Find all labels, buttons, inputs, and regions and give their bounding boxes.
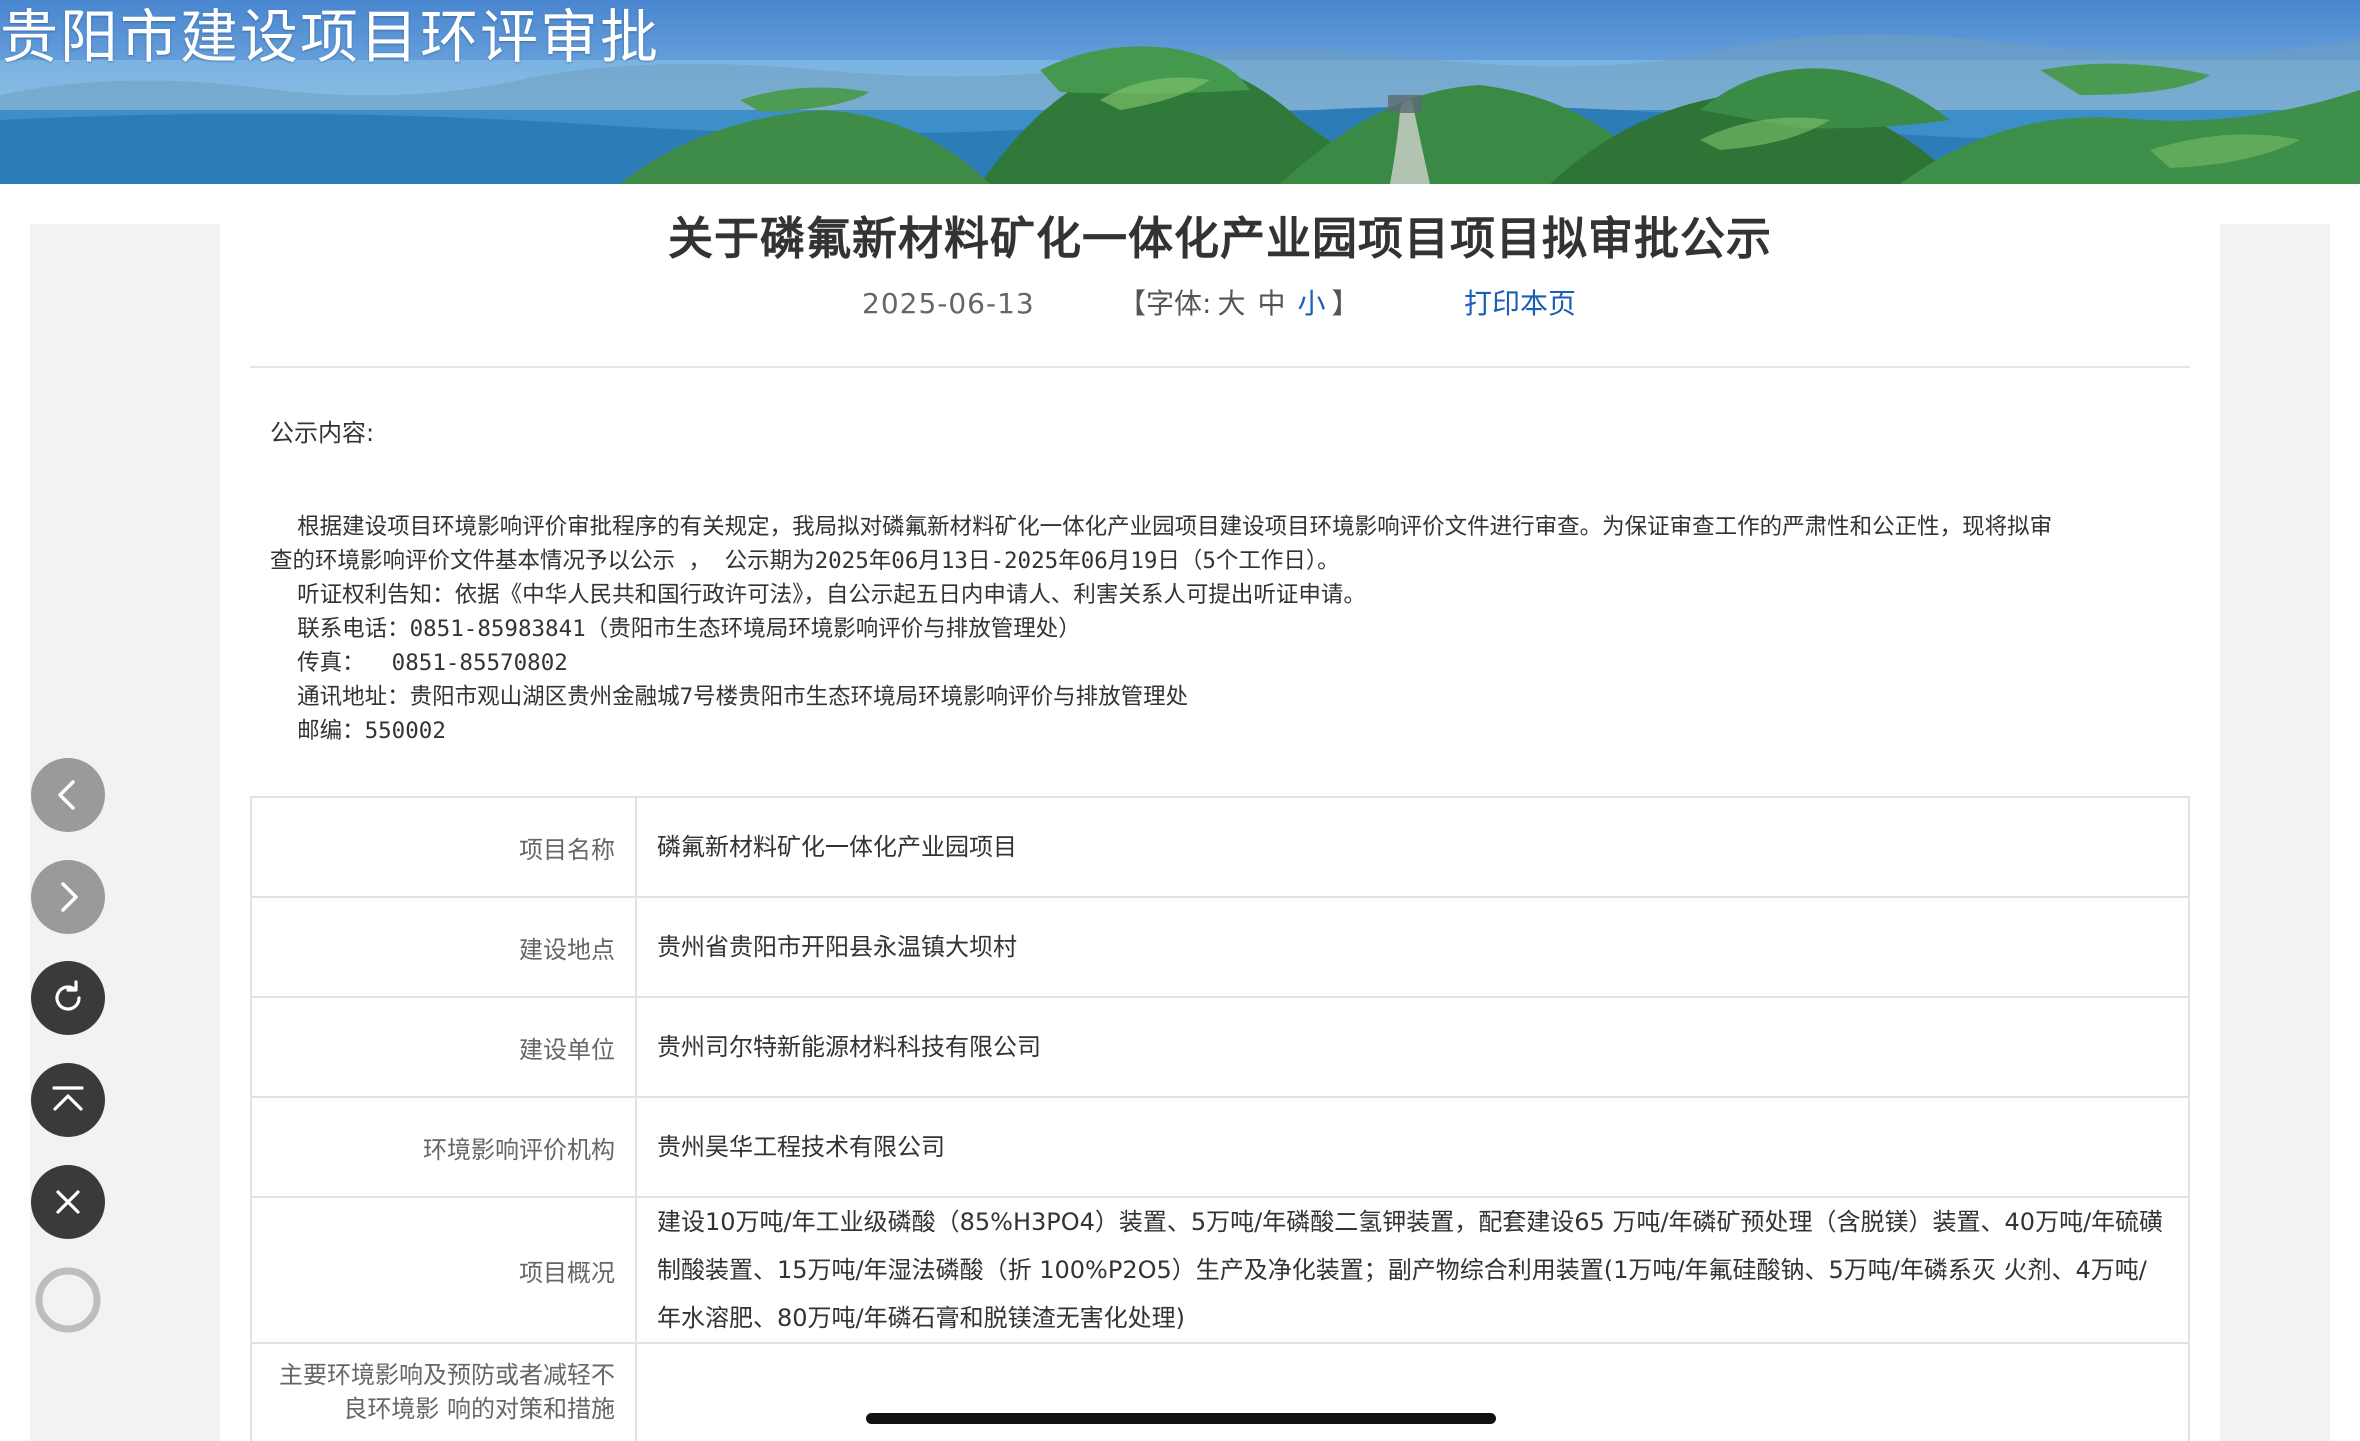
notice-line: 根据建设项目环境影响评价审批程序的有关规定，我局拟对磷氟新材料矿化一体化产业园项… — [270, 514, 2053, 540]
site-banner: 贵阳市建设项目环评审批 — [0, 0, 2360, 184]
row-value: 贵州省贵阳市开阳县永温镇大坝村 — [635, 896, 2190, 998]
row-label: 项目概况 — [250, 1196, 637, 1344]
row-label-line: 良环境影 响的对策和措施 — [343, 1395, 615, 1423]
notice-line: 通讯地址：贵阳市观山湖区贵州金融城7号楼贵阳市生态环境局环境影响评价与排放管理处 — [270, 684, 1189, 710]
notice-line: 听证权利告知：依据《中华人民共和国行政许可法》，自公示起五日内申请人、利害关系人… — [270, 582, 1366, 608]
forward-button[interactable] — [31, 860, 105, 934]
font-size-large-link[interactable]: 大 — [1217, 287, 1245, 320]
scroll-top-icon — [52, 1086, 84, 1111]
article-meta: 2025-06-13 【字体: 大中小】 打印本页 — [220, 282, 2220, 326]
print-page-link[interactable]: 打印本页 — [1464, 282, 1576, 326]
site-title: 贵阳市建设项目环评审批 — [0, 3, 661, 71]
close-button[interactable] — [31, 1165, 105, 1239]
row-label: 环境影响评价机构 — [250, 1096, 637, 1198]
notice-body: 根据建设项目环境影响评价审批程序的有关规定，我局拟对磷氟新材料矿化一体化产业园项… — [270, 510, 2200, 748]
close-icon — [56, 1190, 80, 1214]
more-button[interactable] — [31, 1263, 105, 1337]
reload-button[interactable] — [31, 961, 105, 1035]
back-button[interactable] — [31, 758, 105, 832]
table-row: 主要环境影响及预防或者减轻不良环境影 响的对策和措施 — [250, 1342, 2190, 1441]
row-value: 建设10万吨/年工业级磷酸（85%H3PO4）装置、5万吨/年磷酸二氢钾装置，配… — [635, 1196, 2190, 1344]
table-row: 建设单位 贵州司尔特新能源材料科技有限公司 — [250, 996, 2190, 1098]
row-value — [635, 1342, 2190, 1441]
scroll-top-button[interactable] — [31, 1063, 105, 1137]
font-size-prefix: 【字体: — [1118, 287, 1212, 320]
right-gutter — [2220, 224, 2330, 1441]
font-size-small-link[interactable]: 小 — [1297, 287, 1325, 320]
notice-line: 邮编：550002 — [270, 718, 446, 744]
notice-line: 联系电话：0851-85983841（贵阳市生态环境局环境影响评价与排放管理处） — [270, 616, 1081, 642]
row-label-line: 主要环境影响及预防或者减轻不 — [279, 1361, 615, 1389]
table-row: 项目概况 建设10万吨/年工业级磷酸（85%H3PO4）装置、5万吨/年磷酸二氢… — [250, 1196, 2190, 1344]
table-row: 建设地点 贵州省贵阳市开阳县永温镇大坝村 — [250, 896, 2190, 998]
font-size-medium-link[interactable]: 中 — [1257, 287, 1285, 320]
circle-icon — [35, 1267, 101, 1333]
row-value: 贵州昊华工程技术有限公司 — [635, 1096, 2190, 1198]
chevron-left-icon — [58, 780, 75, 810]
notice-line: 传真： 0851-85570802 — [270, 650, 568, 676]
title-divider — [250, 366, 2190, 368]
left-gutter — [30, 224, 220, 1441]
reload-icon — [55, 980, 81, 1011]
notice-label: 公示内容: — [270, 419, 375, 447]
article-content: 关于磷氟新材料矿化一体化产业园项目项目拟审批公示 2025-06-13 【字体:… — [220, 184, 2220, 1441]
row-label: 建设单位 — [250, 996, 637, 1098]
font-size-suffix: 】 — [1331, 287, 1360, 320]
font-size-switcher: 【字体: 大中小】 — [1118, 282, 1360, 326]
home-indicator[interactable] — [866, 1413, 1496, 1424]
chevron-right-icon — [61, 882, 78, 912]
table-row: 项目名称 磷氟新材料矿化一体化产业园项目 — [250, 796, 2190, 898]
publish-date: 2025-06-13 — [862, 287, 1035, 320]
project-info-table: 项目名称 磷氟新材料矿化一体化产业园项目 建设地点 贵州省贵阳市开阳县永温镇大坝… — [250, 796, 2190, 1441]
table-row: 环境影响评价机构 贵州昊华工程技术有限公司 — [250, 1096, 2190, 1198]
row-label: 建设地点 — [250, 896, 637, 998]
row-value: 贵州司尔特新能源材料科技有限公司 — [635, 996, 2190, 1098]
notice-line: 查的环境影响评价文件基本情况予以公示 ， 公示期为2025年06月13日-202… — [270, 548, 1340, 574]
row-value: 磷氟新材料矿化一体化产业园项目 — [635, 796, 2190, 898]
row-label: 项目名称 — [250, 796, 637, 898]
row-label: 主要环境影响及预防或者减轻不良环境影 响的对策和措施 — [250, 1342, 637, 1441]
article-title: 关于磷氟新材料矿化一体化产业园项目项目拟审批公示 — [667, 212, 1772, 265]
